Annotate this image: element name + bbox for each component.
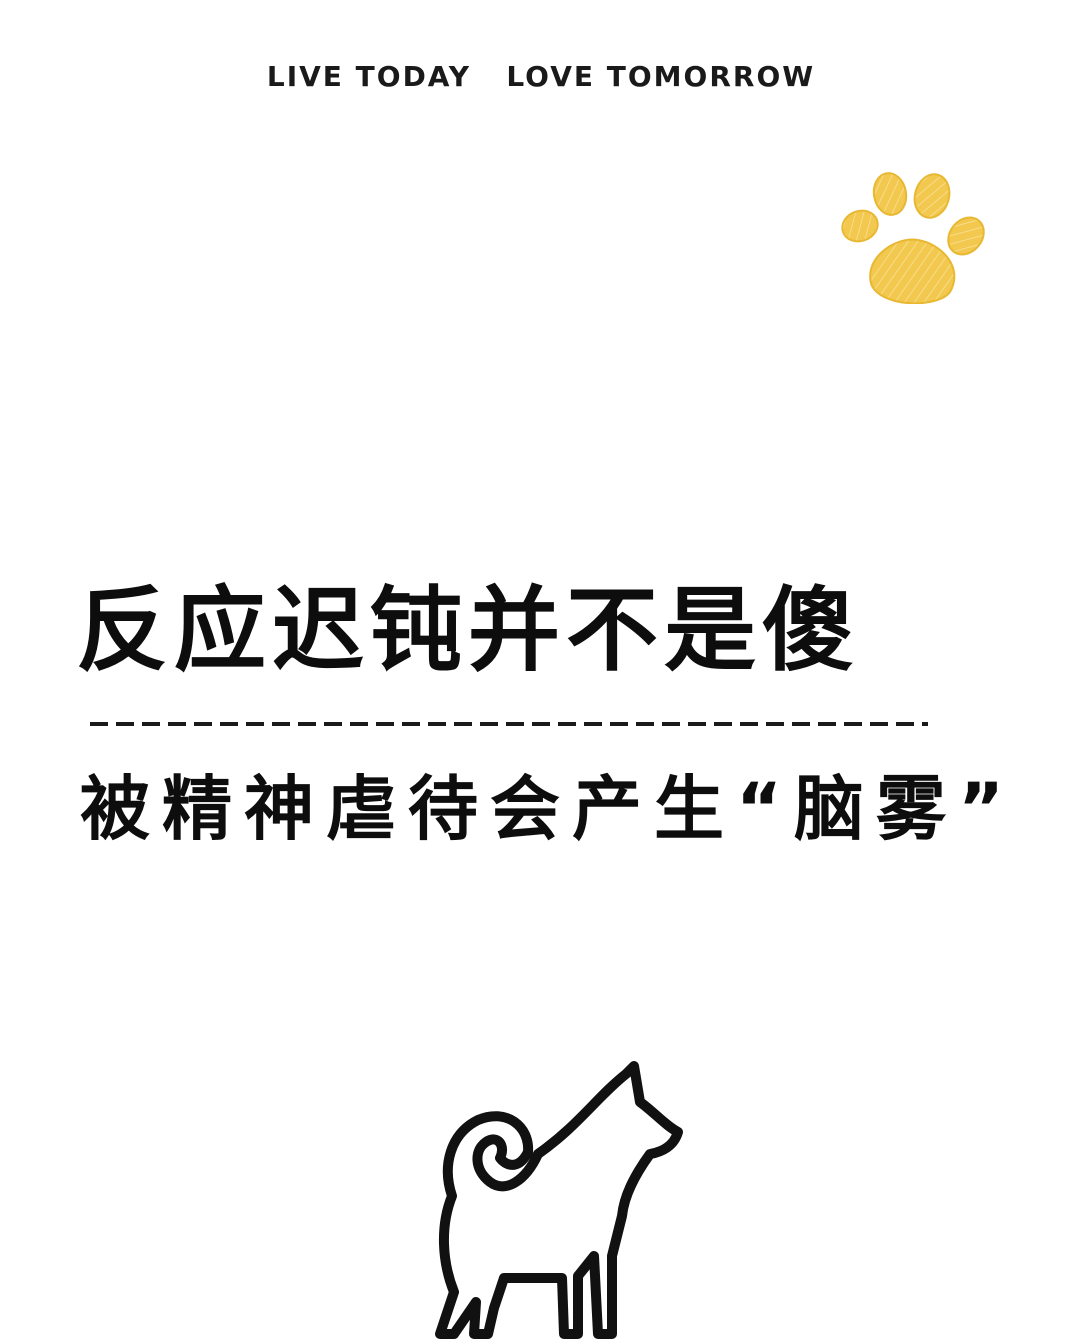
dog-icon (435, 1061, 683, 1339)
tagline: LIVE TODAY LOVE TOMORROW (266, 60, 816, 93)
headline: 反应迟钝并不是傻 (76, 577, 861, 684)
paw-print-icon (841, 172, 985, 304)
dashed-divider (90, 722, 928, 726)
subheadline: 被精神虐待会产生“脑雾” (80, 768, 1017, 850)
